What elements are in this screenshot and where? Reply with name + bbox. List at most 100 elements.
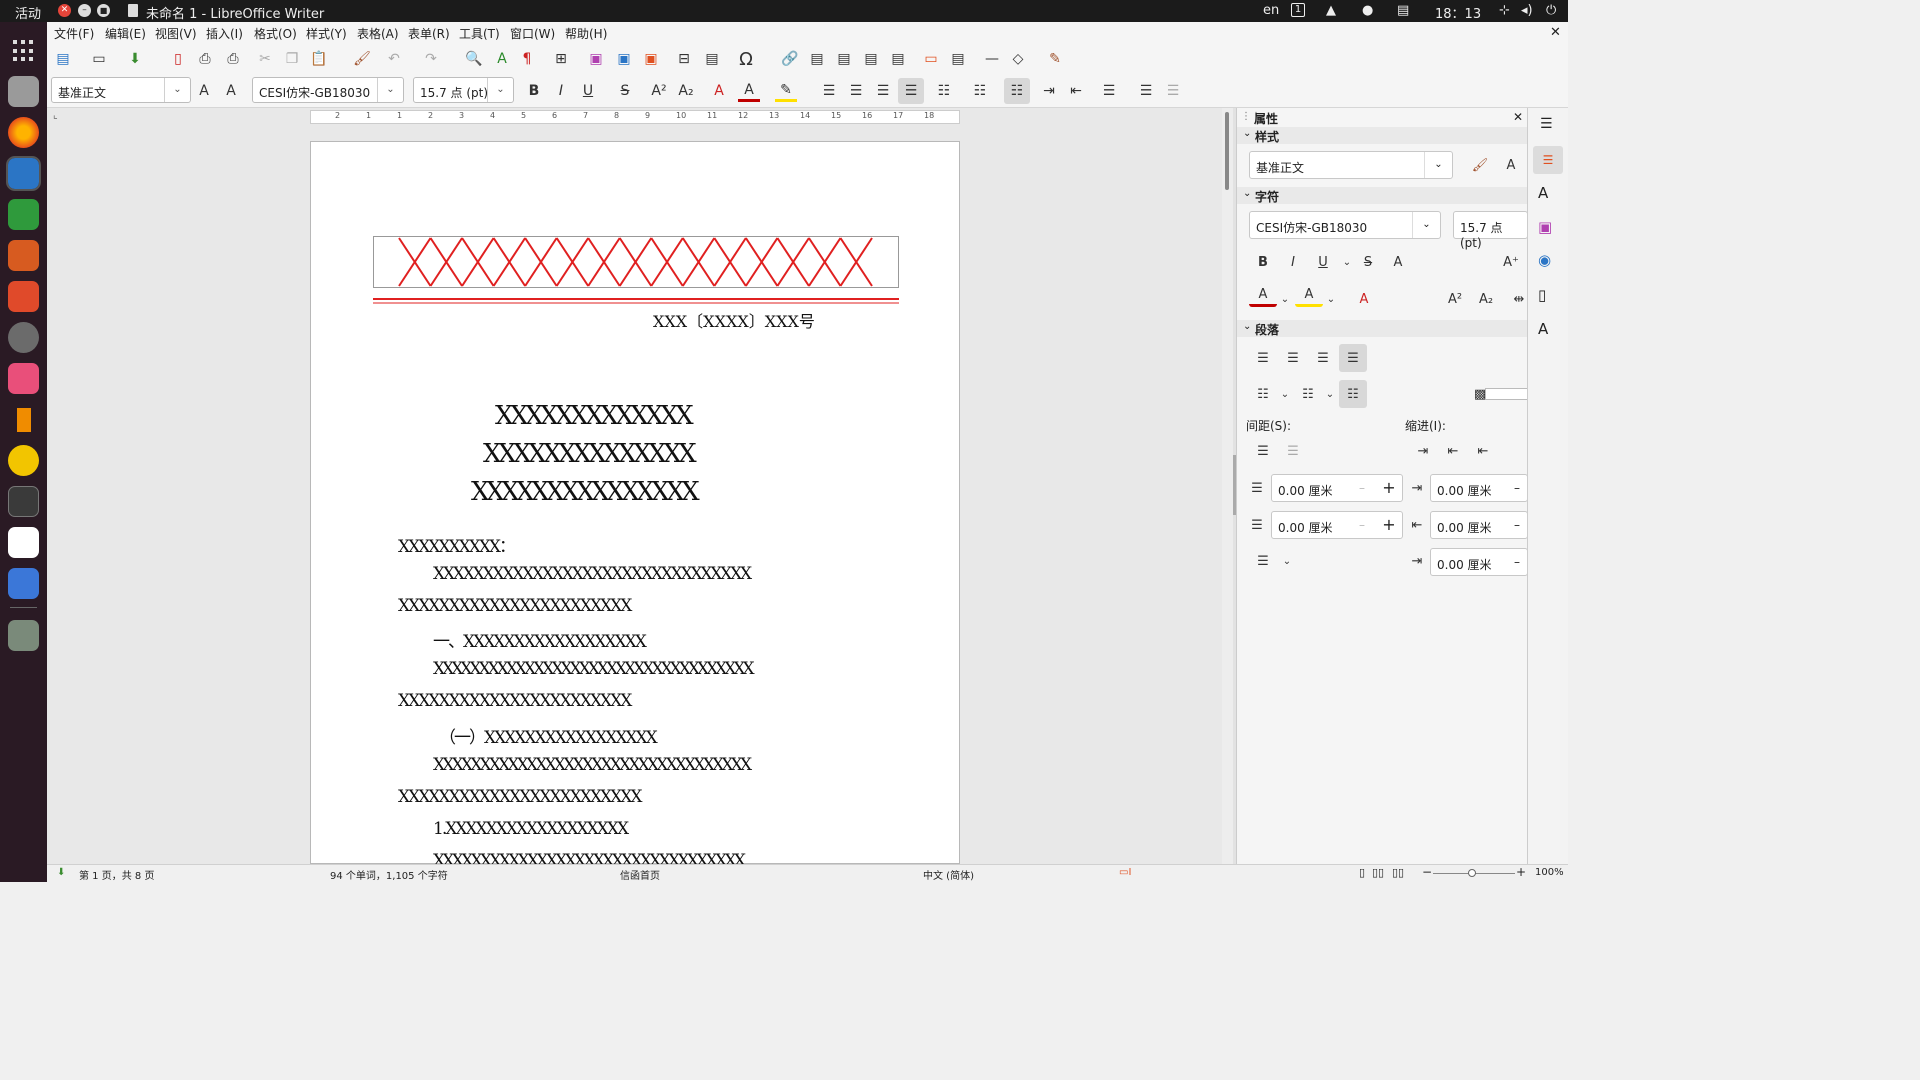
trash-icon[interactable] xyxy=(8,620,39,651)
paragraph-background-color-swatch[interactable] xyxy=(1485,388,1528,400)
increase-indent-icon[interactable]: ⇥ xyxy=(1038,80,1060,102)
page-style[interactable]: 信函首页 xyxy=(620,867,660,882)
sidebar-superscript-icon[interactable]: A² xyxy=(1441,285,1469,313)
new-style-icon[interactable]: A xyxy=(220,80,242,102)
increase-paragraph-spacing-icon[interactable]: ☰ xyxy=(1135,80,1157,102)
network-icon[interactable]: ⊹ xyxy=(1499,3,1510,18)
menu-file[interactable]: 文件(F) xyxy=(54,25,94,42)
sidebar-italic-icon[interactable]: I xyxy=(1279,248,1307,276)
line-spacing-icon[interactable]: ☰ xyxy=(1098,80,1120,102)
decrease-indent-icon[interactable]: ⇤ xyxy=(1065,80,1087,102)
insert-textbox-icon[interactable]: ▣ xyxy=(640,48,662,70)
decrement-icon[interactable]: – xyxy=(1348,475,1376,501)
copy-icon[interactable]: ❐ xyxy=(281,48,303,70)
sidebar-strikethrough-icon[interactable]: S xyxy=(1354,248,1382,276)
menu-help[interactable]: 帮助(H) xyxy=(565,25,607,42)
document-page[interactable]: XXX〔XXXX〕XXX号 XXXXXXXXXXXXX XXXXXXXXXXXX… xyxy=(310,141,960,871)
bold-icon[interactable]: B xyxy=(523,80,545,102)
menu-form[interactable]: 表单(R) xyxy=(408,25,450,42)
files-icon[interactable] xyxy=(8,76,39,107)
page-deck-icon[interactable]: ▯ xyxy=(1538,286,1546,304)
insert-comment-icon[interactable]: ▭ xyxy=(920,48,942,70)
print-icon[interactable]: ⎙ xyxy=(194,48,216,70)
sidebar-align-left-icon[interactable]: ☰ xyxy=(1249,344,1277,372)
increase-spacing-icon[interactable]: ☰ xyxy=(1249,437,1277,465)
track-changes-icon[interactable]: ▤ xyxy=(947,48,969,70)
decrement-icon[interactable]: – xyxy=(1507,512,1527,538)
strikethrough-icon[interactable]: S xyxy=(614,80,636,102)
character-section-header[interactable]: ⌄ 字符 xyxy=(1237,187,1528,204)
save-icon[interactable]: ⬇ xyxy=(124,48,146,70)
word-count[interactable]: 94 个单词，1,105 个字符 xyxy=(330,867,448,882)
hanging-indent-icon[interactable]: ⇤ xyxy=(1469,437,1497,465)
ordered-list-icon[interactable]: ☷ xyxy=(969,80,991,102)
find-replace-icon[interactable]: 🔍 xyxy=(463,48,485,70)
settings-icon[interactable] xyxy=(8,322,39,353)
insert-bookmark-icon[interactable]: ▤ xyxy=(860,48,882,70)
software-center-icon[interactable] xyxy=(8,281,39,312)
undo-icon[interactable]: ↶ xyxy=(383,48,405,70)
chevron-down-icon[interactable]: ⌄ xyxy=(164,78,190,102)
highlight-color-icon[interactable]: ✎ xyxy=(775,80,797,102)
navigator-deck-icon[interactable]: ◉ xyxy=(1538,251,1551,269)
print-preview-icon[interactable]: ⎙ xyxy=(222,48,244,70)
increase-indent-sidebar-icon[interactable]: ⇥ xyxy=(1409,437,1437,465)
terminal-icon[interactable] xyxy=(8,486,39,517)
sidebar-shadow-icon[interactable]: A xyxy=(1384,248,1412,276)
book-view-icon[interactable]: ▯▯ xyxy=(1392,866,1404,879)
export-pdf-icon[interactable]: ▯ xyxy=(167,48,189,70)
text-language[interactable]: 中文 (简体) xyxy=(923,867,974,882)
window-close-icon[interactable]: ✕ xyxy=(58,4,71,17)
libreoffice-writer-icon[interactable] xyxy=(6,156,41,191)
menu-format[interactable]: 格式(O) xyxy=(254,25,297,42)
decrement-icon[interactable]: – xyxy=(1507,549,1527,575)
zoom-level[interactable]: 100% xyxy=(1535,867,1564,878)
app-grid-icon[interactable] xyxy=(13,40,35,62)
clipboard-icon[interactable]: ▤ xyxy=(1397,3,1409,18)
styles-deck-icon[interactable]: A xyxy=(1538,184,1548,202)
insert-cross-reference-icon[interactable]: ▤ xyxy=(887,48,909,70)
libreoffice-impress-icon[interactable] xyxy=(8,240,39,271)
new-document-icon[interactable]: ▤ xyxy=(52,48,74,70)
italic-icon[interactable]: I xyxy=(550,80,572,102)
align-left-icon[interactable]: ☰ xyxy=(818,80,840,102)
align-right-icon[interactable]: ☰ xyxy=(872,80,894,102)
sidebar-align-center-icon[interactable]: ☰ xyxy=(1279,344,1307,372)
rhythmbox-icon[interactable] xyxy=(8,445,39,476)
decrease-paragraph-spacing-icon[interactable]: ☰ xyxy=(1162,80,1184,102)
chevron-down-icon[interactable]: ⌄ xyxy=(487,78,513,102)
properties-deck-icon[interactable]: ☰ xyxy=(1533,146,1563,174)
update-style-icon[interactable]: A xyxy=(193,80,215,102)
unordered-list-icon[interactable]: ☷ xyxy=(933,80,955,102)
close-document-icon[interactable]: ✕ xyxy=(1550,25,1561,40)
input-method-indicator[interactable]: 1 xyxy=(1291,3,1305,17)
notification-icon[interactable]: ▲ xyxy=(1326,3,1336,18)
before-text-indent-field[interactable]: 0.00 厘米 – xyxy=(1430,474,1528,502)
insert-table-icon[interactable]: ⊞ xyxy=(550,48,572,70)
page-count[interactable]: 第 1 页，共 8 页 xyxy=(79,867,154,882)
gallery-deck-icon[interactable]: ▣ xyxy=(1538,218,1552,236)
increment-icon[interactable]: + xyxy=(1376,512,1402,538)
sidebar-grow-font-icon[interactable]: A⁺ xyxy=(1497,248,1525,276)
sidebar-menu-icon[interactable]: ☰ xyxy=(1540,116,1553,132)
superscript-icon[interactable]: A² xyxy=(648,80,670,102)
font-color-icon[interactable]: A xyxy=(738,80,760,102)
scrollbar-thumb[interactable] xyxy=(1225,112,1229,190)
sidebar-font-name-combo[interactable]: CESI仿宋-GB18030 ⌄ xyxy=(1249,211,1441,239)
zoom-out-icon[interactable]: − xyxy=(1422,865,1432,879)
insert-endnote-icon[interactable]: ▤ xyxy=(833,48,855,70)
new-style-from-selection-icon[interactable]: A xyxy=(1497,151,1525,179)
outline-format-icon[interactable]: ☷ xyxy=(1004,78,1030,104)
sidebar-font-size-combo[interactable]: 15.7 点 (pt) xyxy=(1453,211,1528,250)
window-maximize-icon[interactable]: ■ xyxy=(97,4,110,17)
sidebar-subscript-icon[interactable]: A₂ xyxy=(1472,285,1500,313)
menu-window[interactable]: 窗口(W) xyxy=(510,25,555,42)
insert-field-icon[interactable]: ▤ xyxy=(701,48,723,70)
paragraph-style-combo[interactable]: 基准正文 ⌄ xyxy=(51,77,191,103)
chevron-down-icon[interactable]: ⌄ xyxy=(377,78,403,102)
insert-mode-icon[interactable]: ▭I xyxy=(1119,867,1131,878)
fill-format-icon[interactable]: 🖌 xyxy=(1466,151,1494,179)
basic-shapes-icon[interactable]: ◇ xyxy=(1007,48,1029,70)
power-icon[interactable]: ⏻ xyxy=(1546,3,1556,18)
window-minimize-icon[interactable]: – xyxy=(78,4,91,17)
